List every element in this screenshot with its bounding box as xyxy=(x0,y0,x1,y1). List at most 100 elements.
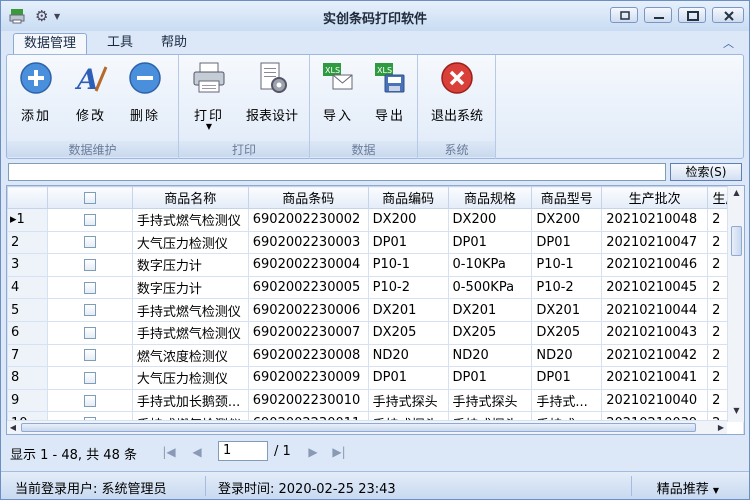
cell-batch[interactable]: 20210210041 xyxy=(601,366,709,390)
cell-batch[interactable]: 20210210045 xyxy=(601,275,709,300)
table-row[interactable]: 5 手持式燃气检测仪 6902002230006 DX201 DX201 DX201 202… xyxy=(7,298,744,322)
cell-model[interactable]: ND20 xyxy=(531,343,603,368)
cell-code[interactable]: DP01 xyxy=(367,366,449,390)
table-row[interactable]: 6 手持式燃气检测仪 6902002230007 DX205 DX205 DX205 202… xyxy=(7,320,744,345)
cell-model[interactable]: DP01 xyxy=(531,366,603,390)
cell-code[interactable]: P10-1 xyxy=(367,253,449,277)
cell-code[interactable]: 手持式探头 xyxy=(367,388,449,413)
row-checkbox[interactable] xyxy=(46,298,133,322)
cell-name[interactable]: 大气压力检测仪 xyxy=(131,230,249,255)
cell-code[interactable]: DX200 xyxy=(367,208,449,232)
table-row[interactable]: 4 数字压力计 6902002230005 P10-2 0-500KPa P10-2 202… xyxy=(7,275,744,300)
col-header[interactable]: 商品名称 xyxy=(131,186,249,209)
minimize-button[interactable] xyxy=(644,7,672,23)
cell-code[interactable]: DX201 xyxy=(367,298,449,322)
print-button[interactable]: 打印 ▼ xyxy=(183,61,235,141)
row-checkbox[interactable] xyxy=(46,366,133,390)
cell-barcode[interactable]: 6902002230006 xyxy=(247,298,369,322)
cell-name[interactable]: 手持式加长鹅颈... xyxy=(131,388,249,413)
cell-spec[interactable]: 手持式探头 xyxy=(447,388,533,413)
delete-button[interactable]: 删除 xyxy=(119,61,171,141)
select-all-checkbox[interactable] xyxy=(46,186,133,209)
cell-barcode[interactable]: 6902002230010 xyxy=(247,388,369,413)
cell-code[interactable]: DP01 xyxy=(367,230,449,255)
cell-model[interactable]: DX201 xyxy=(531,298,603,322)
cell-name[interactable]: 手持式燃气检测仪 xyxy=(131,208,249,232)
cell-batch[interactable]: 20210210046 xyxy=(601,253,709,277)
table-row[interactable]: ▸1 手持式燃气检测仪 6902002230002 DX200 DX200 DX200 20… xyxy=(7,208,744,232)
row-checkbox[interactable] xyxy=(46,253,133,277)
table-row[interactable]: 2 大气压力检测仪 6902002230003 DP01 DP01 DP01 2021021… xyxy=(7,230,744,255)
cell-name[interactable]: 手持式燃气检测仪 xyxy=(131,320,249,345)
cell-spec[interactable]: DP01 xyxy=(447,366,533,390)
cell-spec[interactable]: DP01 xyxy=(447,230,533,255)
horizontal-scrollbar[interactable]: ◀ ▶ xyxy=(7,420,727,434)
cell-name[interactable]: 大气压力检测仪 xyxy=(131,366,249,390)
cell-spec[interactable]: DX200 xyxy=(447,208,533,232)
cell-batch[interactable]: 20210210043 xyxy=(601,320,709,345)
add-button[interactable]: 添加 xyxy=(10,61,62,141)
cell-model[interactable]: DP01 xyxy=(531,230,603,255)
hscroll-thumb[interactable] xyxy=(21,423,696,432)
edit-button[interactable]: A 修改 xyxy=(65,61,117,141)
cell-spec[interactable]: ND20 xyxy=(447,343,533,368)
tab-tools[interactable]: 工具 xyxy=(97,33,143,55)
import-button[interactable]: XLS 导入 xyxy=(312,61,364,141)
table-row[interactable]: 9 手持式加长鹅颈... 6902002230010 手持式探头 手持式探头 手持式...… xyxy=(7,388,744,413)
report-design-button[interactable]: 报表设计 xyxy=(239,61,305,141)
search-button[interactable]: 检索(S) xyxy=(670,163,742,181)
cell-batch[interactable]: 20210210042 xyxy=(601,343,709,368)
table-row[interactable]: 8 大气压力检测仪 6902002230009 DP01 DP01 DP01 2021021… xyxy=(7,366,744,390)
last-page-icon[interactable]: ▶| xyxy=(330,443,348,461)
maximize-button[interactable] xyxy=(678,7,706,23)
collapse-ribbon-icon[interactable]: ︿ xyxy=(723,35,737,50)
cell-model[interactable]: DX200 xyxy=(531,208,603,232)
col-header[interactable]: 商品编码 xyxy=(367,186,449,209)
search-input[interactable] xyxy=(8,163,666,181)
col-header[interactable]: 商品条码 xyxy=(247,186,369,209)
scroll-thumb[interactable] xyxy=(731,226,742,256)
row-checkbox[interactable] xyxy=(46,343,133,368)
page-number-input[interactable]: 1 xyxy=(218,441,268,461)
col-header[interactable]: 商品型号 xyxy=(531,186,603,209)
recommend-menu[interactable]: 精品推荐 ▼ xyxy=(657,478,719,497)
cell-name[interactable]: 手持式燃气检测仪 xyxy=(131,298,249,322)
cell-barcode[interactable]: 6902002230008 xyxy=(247,343,369,368)
cell-batch[interactable]: 20210210040 xyxy=(601,388,709,413)
scroll-up-icon[interactable]: ▲ xyxy=(728,188,744,202)
cell-model[interactable]: DX205 xyxy=(531,320,603,345)
row-checkbox[interactable] xyxy=(46,275,133,300)
cell-barcode[interactable]: 6902002230003 xyxy=(247,230,369,255)
scroll-left-icon[interactable]: ◀ xyxy=(7,421,19,434)
row-checkbox[interactable] xyxy=(46,230,133,255)
cell-spec[interactable]: 0-10KPa xyxy=(447,253,533,277)
cell-name[interactable]: 数字压力计 xyxy=(131,275,249,300)
vertical-scrollbar[interactable]: ▲ ▼ xyxy=(727,186,744,422)
cell-batch[interactable]: 20210210048 xyxy=(601,208,709,232)
scroll-down-icon[interactable]: ▼ xyxy=(728,406,744,420)
cell-barcode[interactable]: 6902002230002 xyxy=(247,208,369,232)
cell-model[interactable]: P10-1 xyxy=(531,253,603,277)
cell-code[interactable]: P10-2 xyxy=(367,275,449,300)
first-page-icon[interactable]: |◀ xyxy=(160,443,178,461)
tab-help[interactable]: 帮助 xyxy=(151,33,197,55)
cell-model[interactable]: 手持式... xyxy=(531,388,603,413)
next-page-icon[interactable]: ▶ xyxy=(304,443,322,461)
row-checkbox[interactable] xyxy=(46,388,133,413)
close-button[interactable] xyxy=(712,7,744,23)
cell-spec[interactable]: DX201 xyxy=(447,298,533,322)
row-checkbox[interactable] xyxy=(46,208,133,232)
cell-name[interactable]: 燃气浓度检测仪 xyxy=(131,343,249,368)
scroll-right-icon[interactable]: ▶ xyxy=(715,421,727,434)
cell-spec[interactable]: DX205 xyxy=(447,320,533,345)
cell-model[interactable]: P10-2 xyxy=(531,275,603,300)
exit-system-button[interactable]: 退出系统 xyxy=(424,61,490,141)
cell-spec[interactable]: 0-500KPa xyxy=(447,275,533,300)
col-header[interactable]: 生产批次 xyxy=(601,186,709,209)
cell-code[interactable]: ND20 xyxy=(367,343,449,368)
cell-batch[interactable]: 20210210044 xyxy=(601,298,709,322)
cell-barcode[interactable]: 6902002230004 xyxy=(247,253,369,277)
row-checkbox[interactable] xyxy=(46,320,133,345)
cell-code[interactable]: DX205 xyxy=(367,320,449,345)
cell-barcode[interactable]: 6902002230007 xyxy=(247,320,369,345)
